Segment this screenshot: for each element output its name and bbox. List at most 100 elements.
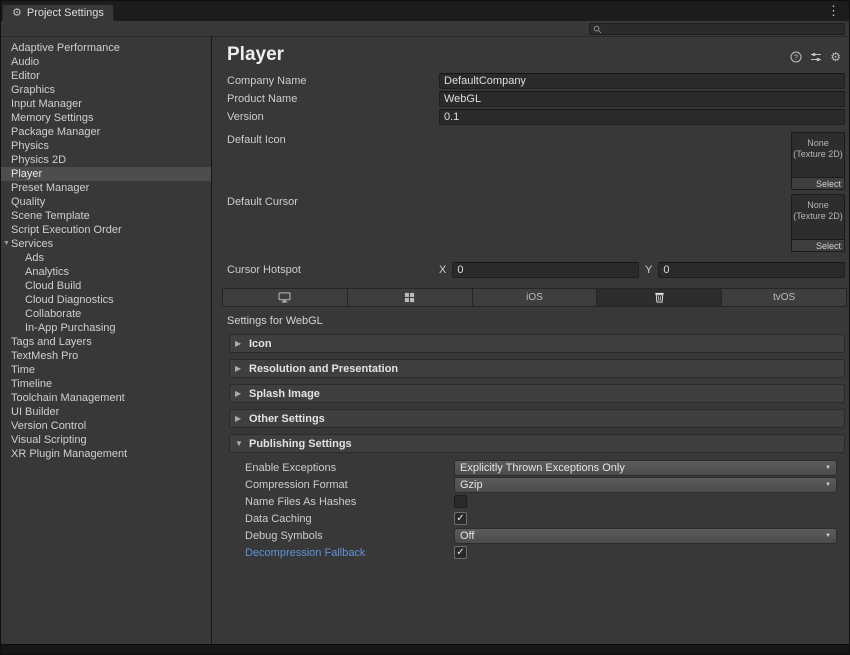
section-publishing-settings[interactable]: ▼ Publishing Settings	[229, 434, 845, 453]
settings-menu-gear-icon[interactable]: ⚙	[830, 51, 841, 63]
product-name-row: Product Name WebGL	[212, 90, 849, 108]
setting-row-name-files-as-hashes: Name Files As Hashes	[229, 493, 845, 510]
sidebar-item-player[interactable]: Player	[1, 167, 211, 181]
cursor-hotspot-label: Cursor Hotspot	[227, 264, 439, 276]
enable-exceptions-dropdown[interactable]: Explicitly Thrown Exceptions Only▼	[454, 460, 837, 476]
help-icon[interactable]: ?	[790, 51, 802, 63]
setting-row-compression-format: Compression FormatGzip▼	[229, 476, 845, 493]
company-name-label: Company Name	[227, 75, 439, 87]
data-caching-checkbox[interactable]: ✓	[454, 512, 467, 525]
sidebar-item-label: Physics	[11, 140, 49, 152]
section-other-settings[interactable]: ▶Other Settings	[229, 409, 845, 428]
sidebar-item-cloud-diagnostics[interactable]: Cloud Diagnostics	[1, 293, 211, 307]
sidebar-item-xr-plugin-management[interactable]: XR Plugin Management	[1, 447, 211, 461]
section-resolution-and-presentation[interactable]: ▶Resolution and Presentation	[229, 359, 845, 378]
hotspot-y-field[interactable]: 0	[658, 262, 845, 278]
default-icon-type-text: (Texture 2D)	[792, 149, 844, 160]
sidebar-item-label: Time	[11, 364, 35, 376]
sidebar-item-label: TextMesh Pro	[11, 350, 78, 362]
tab-project-settings[interactable]: ⚙ Project Settings	[2, 4, 114, 21]
sidebar-item-visual-scripting[interactable]: Visual Scripting	[1, 433, 211, 447]
hotspot-y-value: 0	[663, 264, 669, 276]
dropdown-value: Gzip	[460, 479, 821, 491]
sidebar-item-script-execution-order[interactable]: Script Execution Order	[1, 223, 211, 237]
section-label: Publishing Settings	[249, 438, 352, 450]
sidebar-item-label: Tags and Layers	[11, 336, 92, 348]
sidebar-item-preset-manager[interactable]: Preset Manager	[1, 181, 211, 195]
decompression-fallback-link-label[interactable]: Decompression Fallback	[245, 547, 454, 559]
sidebar-item-label: Quality	[11, 196, 45, 208]
default-cursor-row: Default Cursor None (Texture 2D) Select	[212, 194, 849, 254]
kebab-menu-icon[interactable]: ⋮	[818, 3, 849, 19]
search-input[interactable]	[605, 24, 841, 34]
default-icon-picker[interactable]: None (Texture 2D) Select	[791, 132, 845, 190]
sidebar-item-ui-builder[interactable]: UI Builder	[1, 405, 211, 419]
sidebar-item-ads[interactable]: Ads	[1, 251, 211, 265]
section-icon[interactable]: ▶Icon	[229, 334, 845, 353]
platform-tab-ios[interactable]: iOS	[473, 289, 597, 306]
default-cursor-select-button[interactable]: Select	[792, 239, 844, 251]
sidebar-item-analytics[interactable]: Analytics	[1, 265, 211, 279]
preset-icon[interactable]	[810, 51, 822, 63]
sidebar-item-label: Preset Manager	[11, 182, 89, 194]
version-label: Version	[227, 111, 439, 123]
sidebar-item-package-manager[interactable]: Package Manager	[1, 125, 211, 139]
company-name-field[interactable]: DefaultCompany	[439, 73, 845, 89]
hotspot-y-label: Y	[645, 264, 652, 276]
default-icon-none-text: None	[792, 138, 844, 149]
sidebar-item-tags-and-layers[interactable]: Tags and Layers	[1, 335, 211, 349]
sidebar-item-quality[interactable]: Quality	[1, 195, 211, 209]
sidebar-item-textmesh-pro[interactable]: TextMesh Pro	[1, 349, 211, 363]
sidebar-item-label: Memory Settings	[11, 112, 94, 124]
compression-format-dropdown[interactable]: Gzip▼	[454, 477, 837, 493]
foldout-expanded-icon: ▼	[235, 440, 245, 448]
decompression-fallback-checkbox[interactable]: ✓	[454, 546, 467, 559]
sidebar-item-collaborate[interactable]: Collaborate	[1, 307, 211, 321]
services-expander-icon[interactable]: ▼	[3, 237, 10, 251]
section-splash-image[interactable]: ▶Splash Image	[229, 384, 845, 403]
sidebar-item-version-control[interactable]: Version Control	[1, 419, 211, 433]
sidebar-item-physics[interactable]: Physics	[1, 139, 211, 153]
product-name-field[interactable]: WebGL	[439, 91, 845, 107]
sidebar-item-time[interactable]: Time	[1, 363, 211, 377]
section-label: Resolution and Presentation	[249, 363, 398, 375]
compression-format-control: Gzip▼	[454, 477, 837, 493]
sidebar-item-memory-settings[interactable]: Memory Settings	[1, 111, 211, 125]
sidebar-item-graphics[interactable]: Graphics	[1, 83, 211, 97]
setting-row-data-caching: Data Caching✓	[229, 510, 845, 527]
decompression-fallback-control: ✓	[454, 546, 837, 559]
hotspot-x-field[interactable]: 0	[452, 262, 639, 278]
platform-tab-standalone[interactable]	[223, 289, 347, 306]
sidebar-item-in-app-purchasing[interactable]: In-App Purchasing	[1, 321, 211, 335]
sidebar-item-services[interactable]: ▼Services	[1, 237, 211, 251]
data-caching-control: ✓	[454, 512, 837, 525]
search-box[interactable]	[589, 23, 845, 35]
sidebar-item-scene-template[interactable]: Scene Template	[1, 209, 211, 223]
default-icon-select-button[interactable]: Select	[792, 177, 844, 189]
platform-tab-tvos[interactable]: tvOS	[722, 289, 846, 306]
sidebar-item-label: Visual Scripting	[11, 434, 87, 446]
sidebar-item-physics-2d[interactable]: Physics 2D	[1, 153, 211, 167]
name-files-as-hashes-checkbox[interactable]	[454, 495, 467, 508]
version-field[interactable]: 0.1	[439, 109, 845, 125]
sidebar-item-label: Scene Template	[11, 210, 90, 222]
company-name-row: Company Name DefaultCompany	[212, 72, 849, 90]
sidebar-item-adaptive-performance[interactable]: Adaptive Performance	[1, 41, 211, 55]
debug-symbols-dropdown[interactable]: Off▼	[454, 528, 837, 544]
platform-tab-webgl[interactable]	[597, 289, 721, 306]
default-cursor-picker[interactable]: None (Texture 2D) Select	[791, 194, 845, 252]
platform-tab-uwp[interactable]	[348, 289, 472, 306]
sidebar-item-toolchain-management[interactable]: Toolchain Management	[1, 391, 211, 405]
default-icon-label: Default Icon	[227, 134, 439, 146]
main-header: Player	[212, 37, 849, 69]
sidebar-item-cloud-build[interactable]: Cloud Build	[1, 279, 211, 293]
sidebar-item-label: Graphics	[11, 84, 55, 96]
sidebar-item-label: Services	[11, 238, 53, 250]
sidebar-item-input-manager[interactable]: Input Manager	[1, 97, 211, 111]
sidebar-item-timeline[interactable]: Timeline	[1, 377, 211, 391]
sidebar-item-label: Ads	[25, 252, 44, 264]
sidebar-item-editor[interactable]: Editor	[1, 69, 211, 83]
sidebar-item-label: Cloud Build	[25, 280, 81, 292]
sidebar-item-audio[interactable]: Audio	[1, 55, 211, 69]
dropdown-value: Off	[460, 530, 821, 542]
